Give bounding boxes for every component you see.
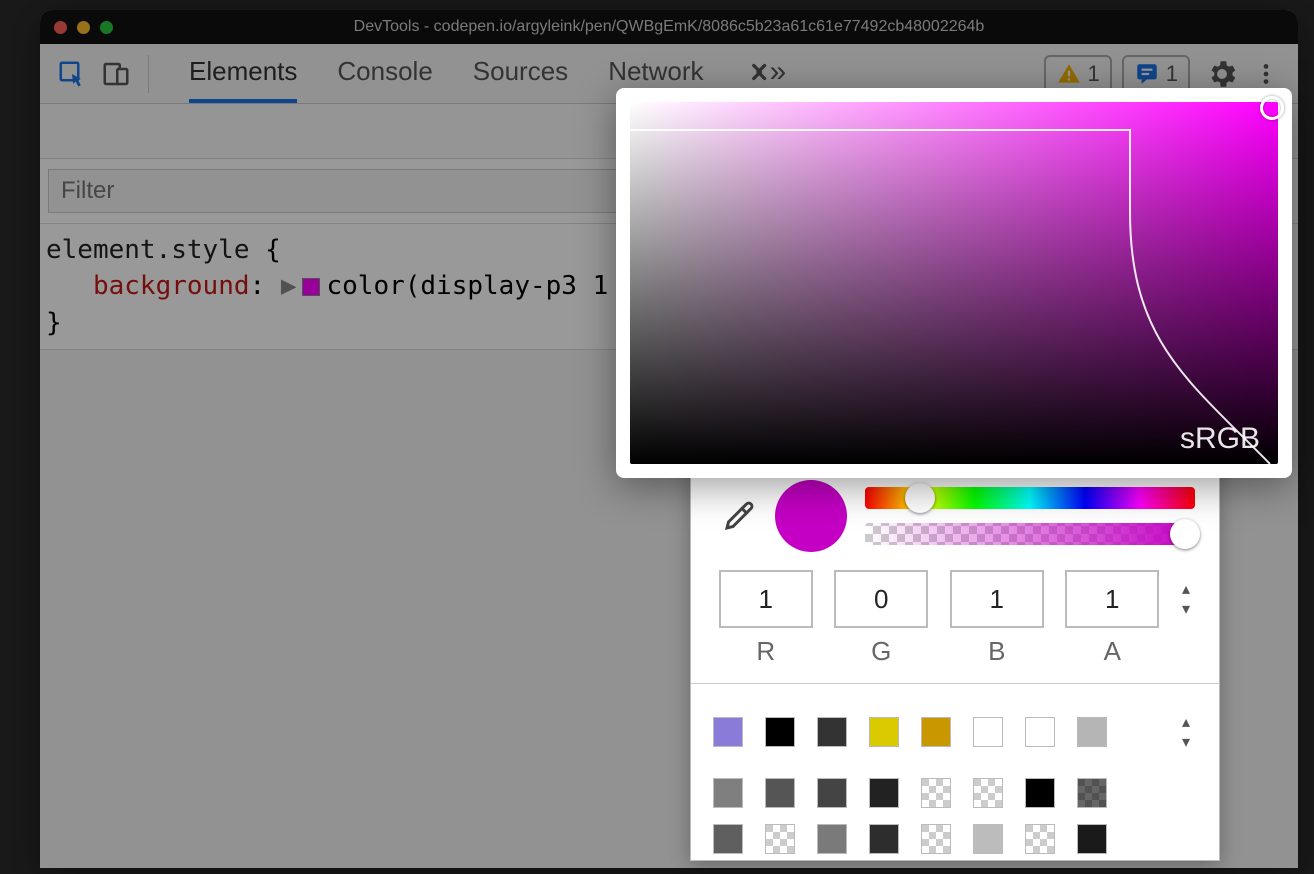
current-color-swatch (775, 480, 847, 552)
toolbar-divider (148, 55, 149, 93)
palette-swatch[interactable] (713, 778, 743, 808)
window-title: DevTools - codepen.io/argyleink/pen/QWBg… (354, 18, 985, 36)
minimize-button[interactable] (77, 21, 90, 34)
tab-sources[interactable]: Sources (473, 44, 568, 103)
palette-swatch[interactable] (817, 717, 847, 747)
gear-icon (1205, 57, 1239, 91)
palette-swatch[interactable] (869, 778, 899, 808)
hue-slider[interactable] (865, 487, 1195, 509)
warnings-count: 1 (1088, 61, 1100, 87)
palette-swatch[interactable] (921, 717, 951, 747)
palette-swatch[interactable] (921, 824, 951, 854)
issues-badge[interactable]: 1 (1122, 55, 1190, 93)
titlebar: DevTools - codepen.io/argyleink/pen/QWBg… (40, 10, 1298, 44)
maximize-button[interactable] (100, 21, 113, 34)
palette-swatch[interactable] (713, 824, 743, 854)
r-input[interactable]: 1 (719, 570, 813, 628)
color-format-toggle[interactable]: ▴ ▾ (1175, 570, 1197, 628)
tab-elements[interactable]: Elements (189, 44, 297, 103)
palette-expand-toggle[interactable]: ▴ ▾ (1175, 702, 1197, 762)
palette-swatch[interactable] (973, 824, 1003, 854)
g-input[interactable]: 0 (834, 570, 928, 628)
css-property-name: background (93, 271, 250, 301)
g-label: G (871, 636, 891, 667)
palette-swatch[interactable] (713, 717, 743, 747)
chevron-down-icon: ▾ (1182, 732, 1190, 752)
device-toolbar-button[interactable] (94, 52, 138, 96)
palette-swatch[interactable] (1077, 824, 1107, 854)
palette-swatch[interactable] (817, 778, 847, 808)
gamut-label: sRGB (1180, 422, 1260, 456)
a-label: A (1104, 636, 1121, 667)
palette-swatch[interactable] (765, 778, 795, 808)
warnings-badge[interactable]: 1 (1044, 55, 1112, 93)
chevron-down-icon: ▾ (1182, 599, 1190, 619)
spectrum-drag-handle[interactable] (1260, 96, 1284, 120)
palette-swatch[interactable] (1025, 717, 1055, 747)
palette-row-2 (713, 778, 1197, 808)
palette-swatch[interactable] (1077, 778, 1107, 808)
palette-swatch[interactable] (1025, 824, 1055, 854)
kebab-icon (1253, 61, 1279, 87)
color-swatch-button[interactable] (302, 278, 320, 296)
r-label: R (756, 636, 775, 667)
alpha-slider[interactable] (865, 523, 1195, 545)
window-controls (54, 21, 113, 34)
palette-swatch[interactable] (973, 717, 1003, 747)
palette-swatch[interactable] (1077, 717, 1107, 747)
palette-swatch[interactable] (1025, 778, 1055, 808)
palette-swatch[interactable] (921, 778, 951, 808)
palette-swatch[interactable] (817, 824, 847, 854)
chevron-up-icon: ▴ (1182, 579, 1190, 599)
color-tools-row (691, 466, 1219, 560)
palette-section: ▴ ▾ (691, 683, 1219, 860)
css-selector: element.style (46, 235, 250, 265)
srgb-gamut-boundary (630, 102, 1278, 464)
color-spectrum-popup: sRGB (616, 88, 1292, 478)
palette-swatch[interactable] (765, 824, 795, 854)
close-button[interactable] (54, 21, 67, 34)
alpha-slider-knob[interactable] (1170, 519, 1200, 549)
hue-slider-knob[interactable] (905, 483, 935, 513)
palette-row-3 (713, 824, 1197, 854)
inspect-element-button[interactable] (50, 52, 94, 96)
b-label: B (988, 636, 1005, 667)
palette-swatch[interactable] (869, 717, 899, 747)
b-input[interactable]: 1 (950, 570, 1044, 628)
palette-row-1: ▴ ▾ (713, 702, 1197, 762)
palette-swatch[interactable] (869, 824, 899, 854)
chevron-up-icon: ▴ (1182, 712, 1190, 732)
expand-caret-icon[interactable]: ▶ (281, 271, 297, 301)
warning-icon (1056, 61, 1082, 87)
css-value: color(display-p3 1 0 (326, 271, 639, 301)
palette-swatch[interactable] (765, 717, 795, 747)
eyedropper-button[interactable] (721, 498, 757, 534)
tab-console[interactable]: Console (337, 44, 432, 103)
palette-swatch[interactable] (973, 778, 1003, 808)
issues-count: 1 (1166, 61, 1178, 87)
info-icon (1134, 61, 1160, 87)
color-spectrum[interactable]: sRGB (630, 102, 1278, 464)
eyedropper-icon (721, 498, 757, 534)
a-input[interactable]: 1 (1065, 570, 1159, 628)
channel-inputs-row: 1 R 0 G 1 B 1 A ▴ ▾ (691, 560, 1219, 671)
